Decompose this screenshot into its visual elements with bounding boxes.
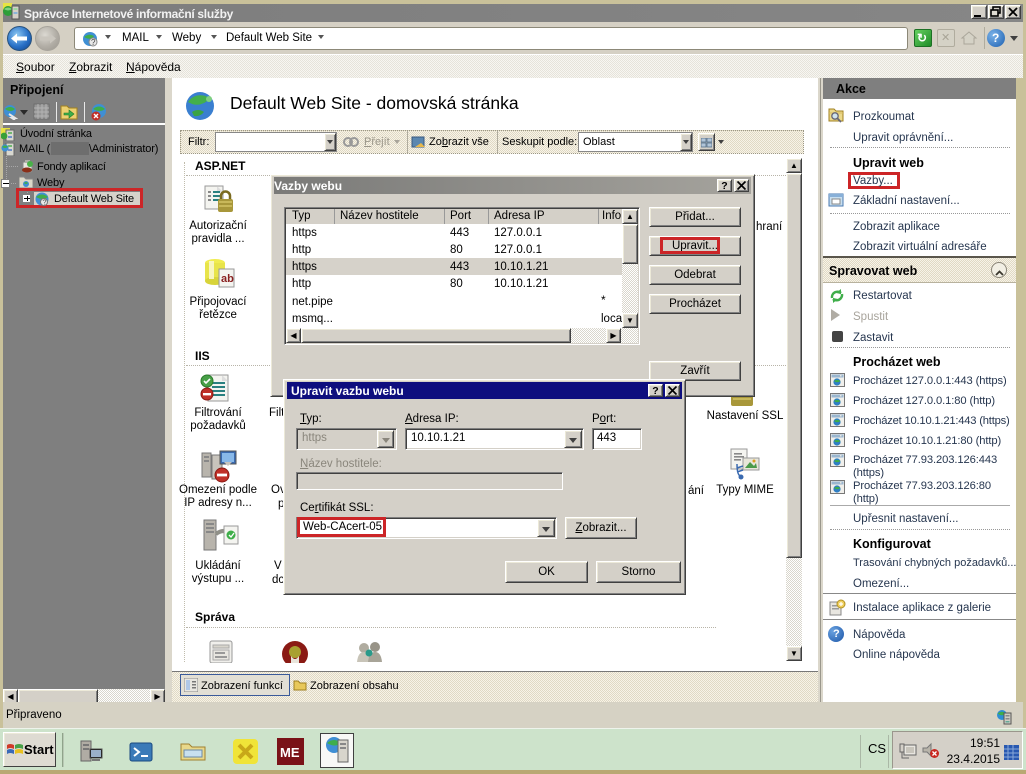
svg-text:ME: ME	[280, 745, 300, 760]
svg-text:?: ?	[91, 38, 96, 47]
svg-text:ab: ab	[221, 273, 234, 285]
svg-text:?: ?	[43, 200, 47, 207]
